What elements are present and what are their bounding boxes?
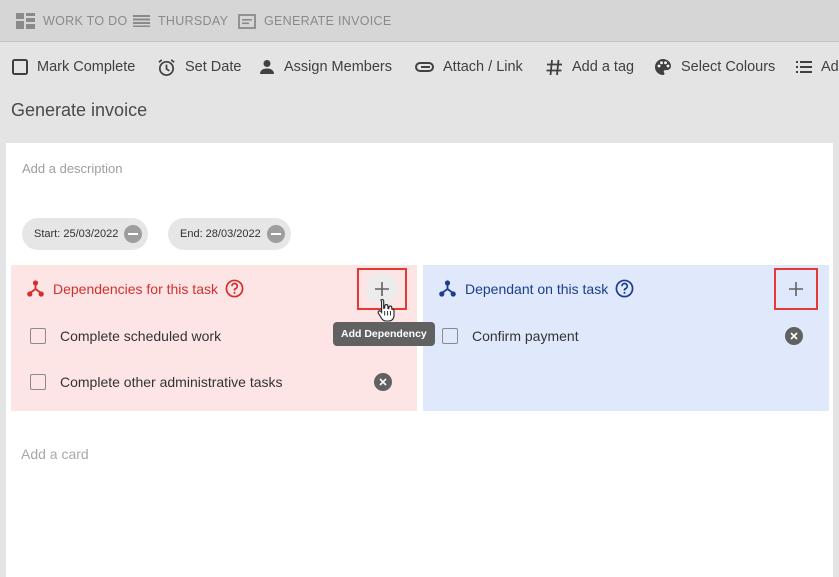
plus-icon	[780, 273, 812, 305]
add-tag-button[interactable]: Add a tag	[546, 43, 634, 91]
breadcrumb-label: WORK TO DO	[43, 14, 128, 28]
dependant-label: Confirm payment	[472, 328, 579, 344]
list-item: Complete scheduled work	[30, 325, 221, 347]
remove-start-date-icon[interactable]	[124, 225, 143, 243]
dependants-section: Dependant on this task Confirm payment	[423, 265, 829, 411]
start-date-label: Start: 25/03/2022	[34, 228, 119, 240]
dependency-label: Complete scheduled work	[60, 328, 222, 344]
list-item: Complete other administrative tasks	[30, 371, 283, 393]
alarm-clock-icon	[157, 58, 176, 77]
checklist-icon	[796, 61, 812, 73]
start-date-chip[interactable]: Start: 25/03/2022	[22, 218, 149, 250]
help-icon[interactable]	[225, 279, 244, 298]
dependants-header: Dependant on this task	[439, 279, 634, 298]
list-item: Confirm payment	[442, 325, 579, 347]
card-icon	[238, 13, 256, 29]
palette-icon	[654, 58, 672, 76]
mark-complete-label: Mark Complete	[37, 59, 136, 75]
person-icon	[259, 59, 275, 75]
dependency-checkbox[interactable]	[30, 328, 46, 344]
assign-members-button[interactable]: Assign Members	[259, 43, 392, 91]
remove-dependency-icon[interactable]	[374, 373, 392, 391]
remove-dependant-icon[interactable]	[785, 327, 803, 345]
mark-complete-button[interactable]: Mark Complete	[12, 43, 135, 91]
breadcrumb-item-board[interactable]: WORK TO DO	[16, 0, 128, 42]
dependants-title: Dependant on this task	[465, 280, 609, 297]
checkbox-icon	[12, 59, 28, 75]
attach-link-label: Attach / Link	[443, 59, 523, 75]
dependant-checkbox[interactable]	[442, 328, 458, 344]
add-checklist-button[interactable]: Ad	[796, 43, 839, 91]
select-colours-button[interactable]: Select Colours	[654, 43, 775, 91]
card-title[interactable]: Generate invoice	[11, 100, 147, 121]
list-icon	[133, 15, 150, 27]
assign-members-label: Assign Members	[284, 59, 392, 75]
overflow-label: Ad	[821, 59, 839, 75]
breadcrumb: WORK TO DO THURSDAY GENERATE INVOICE	[0, 0, 839, 42]
end-date-label: End: 28/03/2022	[180, 228, 261, 240]
end-date-chip[interactable]: End: 28/03/2022	[168, 218, 291, 250]
help-icon[interactable]	[615, 279, 634, 298]
add-dependant-button[interactable]	[774, 268, 818, 310]
hashtag-icon	[546, 59, 563, 76]
remove-end-date-icon[interactable]	[266, 225, 285, 243]
select-colours-label: Select Colours	[681, 59, 776, 75]
breadcrumb-label: THURSDAY	[158, 14, 229, 28]
breadcrumb-item-list[interactable]: THURSDAY	[133, 0, 228, 42]
breadcrumb-item-card[interactable]: GENERATE INVOICE	[238, 0, 392, 42]
dependency-checkbox[interactable]	[30, 374, 46, 390]
toolbar: Mark Complete Set Date Assign Members At…	[0, 43, 839, 91]
hierarchy-icon	[27, 280, 44, 297]
board-icon	[16, 13, 35, 29]
hierarchy-icon	[439, 280, 456, 297]
set-date-label: Set Date	[185, 59, 242, 75]
dependencies-header: Dependencies for this task	[27, 279, 244, 298]
breadcrumb-label: GENERATE INVOICE	[264, 14, 392, 28]
add-tag-label: Add a tag	[572, 59, 635, 75]
dependency-label: Complete other administrative tasks	[60, 374, 283, 390]
dependencies-title: Dependencies for this task	[53, 280, 218, 297]
add-card-link[interactable]: Add a card	[21, 446, 89, 462]
card-panel: Add a description Start: 25/03/2022 End:…	[6, 143, 833, 577]
link-icon	[415, 61, 434, 73]
set-date-button[interactable]: Set Date	[157, 43, 241, 91]
attach-link-button[interactable]: Attach / Link	[415, 43, 523, 91]
description-field[interactable]: Add a description	[22, 161, 122, 176]
hand-cursor-icon	[377, 298, 395, 327]
